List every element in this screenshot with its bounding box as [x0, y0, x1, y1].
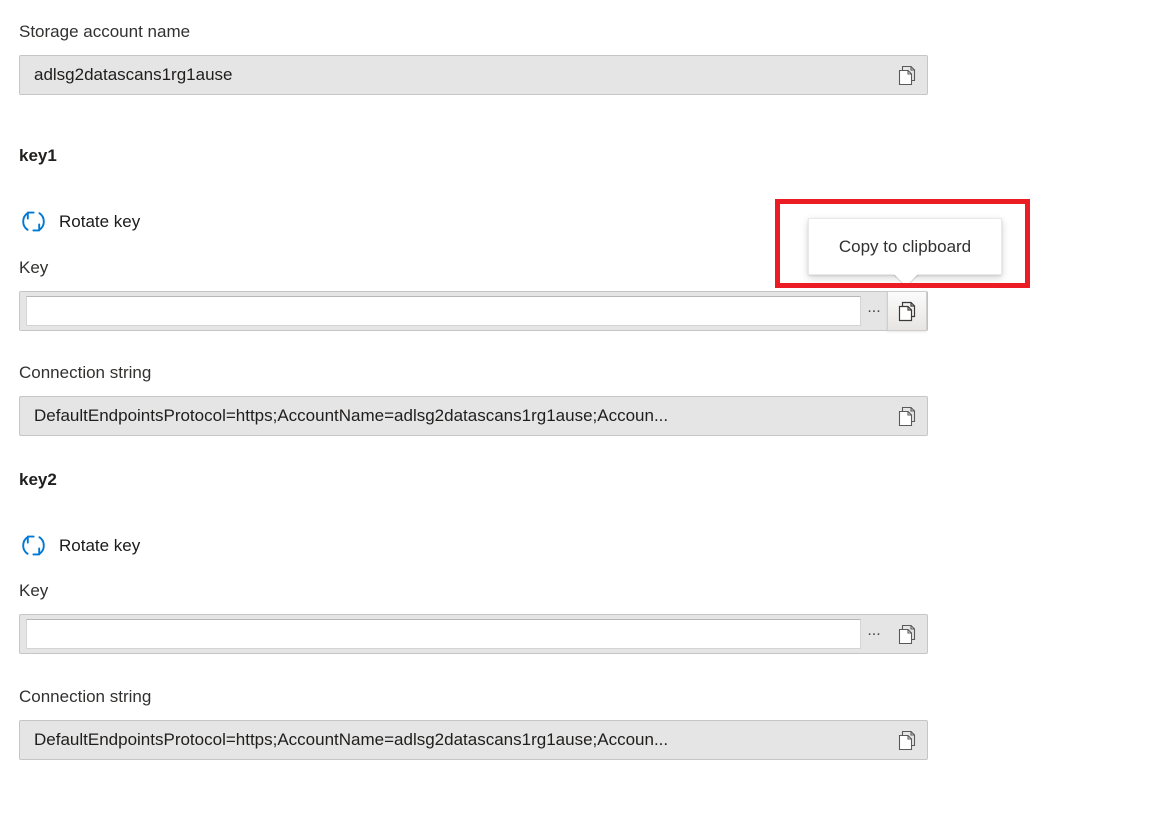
key1-rotate-key-label: Rotate key	[59, 211, 140, 233]
copy-to-clipboard-tooltip: Copy to clipboard	[808, 218, 1002, 275]
storage-account-name-label: Storage account name	[19, 21, 190, 43]
key2-key-input[interactable]	[26, 619, 861, 649]
key2-copy-button[interactable]	[887, 615, 927, 653]
key2-rotate-key-label: Rotate key	[59, 535, 140, 557]
tooltip-label: Copy to clipboard	[839, 237, 971, 257]
key2-key-masked-ellipsis: ...	[861, 626, 887, 642]
storage-account-name-field: adlsg2datascans1rg1ause	[19, 55, 928, 95]
key2-rotate-key-button[interactable]: Rotate key	[19, 531, 140, 560]
rotate-circular-arrows-icon	[19, 531, 48, 560]
copy-to-clipboard-icon	[898, 730, 917, 751]
key1-rotate-key-button[interactable]: Rotate key	[19, 207, 140, 236]
key2-connection-string-copy-button[interactable]	[887, 721, 927, 759]
key1-connection-string-copy-button[interactable]	[887, 397, 927, 435]
storage-account-name-value: adlsg2datascans1rg1ause	[20, 65, 887, 85]
key1-connection-string-label: Connection string	[19, 362, 151, 384]
copy-to-clipboard-icon	[898, 65, 917, 86]
key2-section-title: key2	[19, 469, 57, 491]
key1-key-label: Key	[19, 257, 48, 279]
key1-key-field: ...	[19, 291, 928, 331]
key2-key-field: ...	[19, 614, 928, 654]
key2-connection-string-value: DefaultEndpointsProtocol=https;AccountNa…	[20, 730, 887, 750]
key1-section-title: key1	[19, 145, 57, 167]
copy-to-clipboard-icon	[898, 301, 917, 322]
key1-connection-string-value: DefaultEndpointsProtocol=https;AccountNa…	[20, 406, 887, 426]
key1-key-masked-ellipsis: ...	[861, 303, 887, 319]
rotate-circular-arrows-icon	[19, 207, 48, 236]
key1-copy-button[interactable]	[887, 291, 927, 331]
key2-connection-string-field: DefaultEndpointsProtocol=https;AccountNa…	[19, 720, 928, 760]
copy-to-clipboard-icon	[898, 624, 917, 645]
key2-connection-string-label: Connection string	[19, 686, 151, 708]
key2-key-label: Key	[19, 580, 48, 602]
key1-key-input[interactable]	[26, 296, 861, 326]
storage-account-name-copy-button[interactable]	[887, 56, 927, 94]
key1-connection-string-field: DefaultEndpointsProtocol=https;AccountNa…	[19, 396, 928, 436]
copy-to-clipboard-icon	[898, 406, 917, 427]
